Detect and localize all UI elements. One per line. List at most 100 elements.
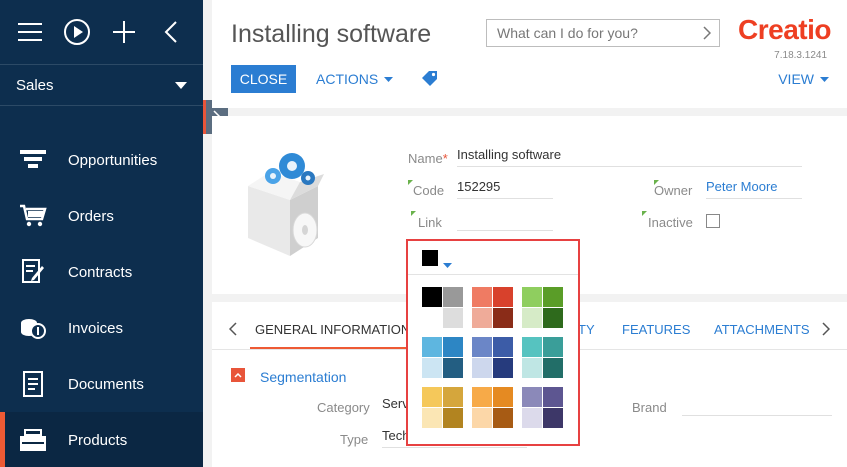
workspace-label: Sales <box>16 76 54 94</box>
code-label: Code <box>413 183 445 198</box>
owner-field[interactable]: Peter Moore <box>706 177 802 199</box>
color-swatch[interactable] <box>493 287 513 307</box>
view-menu-button[interactable]: VIEW <box>778 71 829 87</box>
color-swatch[interactable] <box>422 387 442 407</box>
color-swatch[interactable] <box>472 308 492 328</box>
caret-down-icon[interactable] <box>443 255 452 273</box>
name-field[interactable]: Installing software <box>457 145 802 167</box>
color-swatch[interactable] <box>493 387 513 407</box>
color-swatch[interactable] <box>493 358 513 378</box>
inactive-label: Inactive <box>648 215 693 230</box>
color-swatch[interactable] <box>472 358 492 378</box>
color-swatch[interactable] <box>522 387 542 407</box>
color-swatch[interactable] <box>543 358 563 378</box>
color-swatch[interactable] <box>543 308 563 328</box>
color-swatch[interactable] <box>493 308 513 328</box>
type-label: Type <box>340 432 369 447</box>
search-placeholder: What can I do for you? <box>497 25 638 41</box>
command-search-input[interactable]: What can I do for you? <box>486 19 720 47</box>
field-indicator <box>642 211 647 216</box>
active-tab-indicator <box>250 347 410 349</box>
tab-features[interactable]: FEATURES <box>622 322 690 337</box>
brand-field[interactable] <box>682 394 832 416</box>
current-color-swatch[interactable] <box>422 250 438 266</box>
page-title: Installing software <box>231 20 432 48</box>
tab-scroll-left-icon[interactable] <box>228 322 237 341</box>
field-indicator <box>411 211 416 216</box>
category-label: Category <box>317 400 370 415</box>
inactive-checkbox[interactable] <box>706 214 720 228</box>
sidebar-item-products[interactable]: Products <box>0 412 203 467</box>
color-swatch[interactable] <box>443 408 463 428</box>
color-swatch[interactable] <box>543 408 563 428</box>
sidebar-item-label: Orders <box>68 207 114 225</box>
chevron-left-icon[interactable] <box>156 14 187 50</box>
tab-attachments[interactable]: ATTACHMENTS <box>714 322 810 337</box>
color-swatch[interactable] <box>543 387 563 407</box>
sidebar-item-opportunities[interactable]: Opportunities <box>0 132 203 188</box>
tab-partial[interactable]: TY <box>578 322 595 337</box>
color-swatch[interactable] <box>472 337 492 357</box>
color-swatch[interactable] <box>443 337 463 357</box>
sidebar-item-label: Invoices <box>68 319 124 337</box>
collapse-group-icon[interactable] <box>231 368 245 382</box>
hamburger-menu-icon[interactable] <box>14 14 45 50</box>
color-swatch[interactable] <box>443 358 463 378</box>
color-swatch-group <box>422 337 464 379</box>
close-button[interactable]: CLOSE <box>231 65 296 93</box>
product-box-image[interactable] <box>240 138 326 256</box>
color-swatch[interactable] <box>422 408 442 428</box>
tag-icon[interactable] <box>422 70 438 91</box>
caret-down-icon <box>384 76 394 82</box>
color-swatch[interactable] <box>493 337 513 357</box>
color-swatch[interactable] <box>522 308 542 328</box>
color-swatch[interactable] <box>443 387 463 407</box>
color-picker-header <box>408 241 578 275</box>
plus-icon[interactable] <box>109 14 140 50</box>
color-swatch[interactable] <box>422 308 442 328</box>
actions-label: ACTIONS <box>316 71 379 87</box>
tab-scroll-right-icon[interactable] <box>822 322 831 341</box>
color-swatch[interactable] <box>543 287 563 307</box>
sidebar-menu: Opportunities Orders Contracts Invoices … <box>0 132 203 467</box>
color-swatch-group <box>422 387 464 429</box>
color-swatch[interactable] <box>422 287 442 307</box>
tab-general-information[interactable]: GENERAL INFORMATION <box>255 322 410 337</box>
name-label: Name* <box>408 151 448 166</box>
caret-down-icon <box>175 81 187 89</box>
color-swatch[interactable] <box>543 337 563 357</box>
color-swatch[interactable] <box>422 358 442 378</box>
color-swatch[interactable] <box>522 337 542 357</box>
caret-down-icon <box>820 76 829 82</box>
color-swatch[interactable] <box>522 358 542 378</box>
products-box-icon <box>18 425 48 455</box>
color-swatch[interactable] <box>443 308 463 328</box>
creatio-logo: Creatio <box>738 14 831 45</box>
color-swatch-group <box>522 387 564 429</box>
color-swatch[interactable] <box>472 287 492 307</box>
code-field[interactable]: 152295 <box>457 177 553 199</box>
color-swatch[interactable] <box>443 287 463 307</box>
segmentation-group-title[interactable]: Segmentation <box>260 369 346 385</box>
link-field[interactable] <box>457 209 553 231</box>
brand-label: Brand <box>632 400 667 415</box>
color-swatch-group <box>472 387 514 429</box>
sidebar-item-orders[interactable]: Orders <box>0 188 203 244</box>
actions-menu-button[interactable]: ACTIONS <box>316 71 394 87</box>
sidebar-item-label: Opportunities <box>68 151 158 169</box>
color-swatch[interactable] <box>493 408 513 428</box>
sidebar-item-documents[interactable]: Documents <box>0 356 203 412</box>
color-swatch[interactable] <box>422 337 442 357</box>
sidebar-toolbar <box>0 0 203 64</box>
color-swatch[interactable] <box>522 287 542 307</box>
document-icon <box>18 369 48 399</box>
coins-icon <box>18 313 48 343</box>
color-swatch[interactable] <box>472 408 492 428</box>
color-swatch-group <box>472 287 514 329</box>
play-icon[interactable] <box>61 14 92 50</box>
sidebar-item-invoices[interactable]: Invoices <box>0 300 203 356</box>
color-swatch[interactable] <box>522 408 542 428</box>
sidebar-item-contracts[interactable]: Contracts <box>0 244 203 300</box>
workspace-selector[interactable]: Sales <box>0 64 203 106</box>
color-swatch[interactable] <box>472 387 492 407</box>
